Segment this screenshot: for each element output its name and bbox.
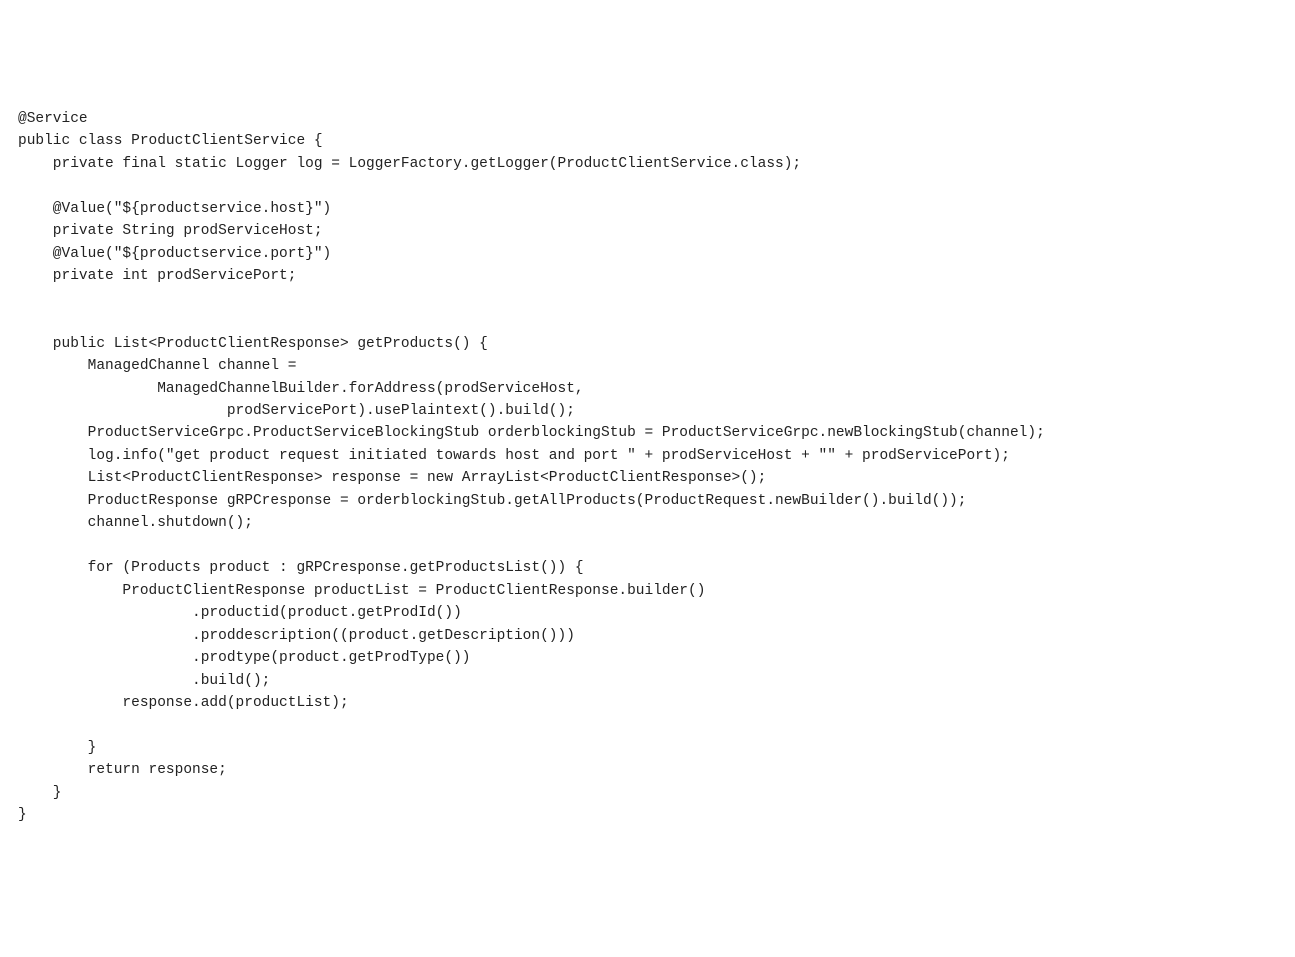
code-line: ManagedChannelBuilder.forAddress(prodSer… (18, 381, 584, 397)
code-line: } (18, 807, 27, 823)
code-line: private String prodServiceHost; (18, 223, 323, 239)
code-line: public class ProductClientService { (18, 133, 323, 149)
code-line: .productid(product.getProdId()) (18, 605, 462, 621)
code-line: .build(); (18, 673, 270, 689)
code-block: @Service public class ProductClientServi… (18, 108, 1277, 827)
code-line: } (18, 785, 62, 801)
code-line: @Value("${productservice.host}") (18, 201, 331, 217)
code-line: log.info("get product request initiated … (18, 448, 1010, 464)
code-line: ProductServiceGrpc.ProductServiceBlockin… (18, 425, 1045, 441)
code-line: private int prodServicePort; (18, 268, 296, 284)
code-line: prodServicePort).usePlaintext().build(); (18, 403, 575, 419)
code-line: .proddescription((product.getDescription… (18, 628, 575, 644)
code-line: .prodtype(product.getProdType()) (18, 650, 470, 666)
code-line: response.add(productList); (18, 695, 349, 711)
code-line: private final static Logger log = Logger… (18, 156, 801, 172)
code-line: channel.shutdown(); (18, 515, 253, 531)
code-line: ManagedChannel channel = (18, 358, 296, 374)
code-line: ProductResponse gRPCresponse = orderbloc… (18, 493, 966, 509)
code-line: @Value("${productservice.port}") (18, 246, 331, 262)
code-line: List<ProductClientResponse> response = n… (18, 470, 766, 486)
code-line: public List<ProductClientResponse> getPr… (18, 336, 488, 352)
code-line: return response; (18, 762, 227, 778)
code-line: for (Products product : gRPCresponse.get… (18, 560, 584, 576)
code-line: @Service (18, 111, 88, 127)
code-line: ProductClientResponse productList = Prod… (18, 583, 705, 599)
